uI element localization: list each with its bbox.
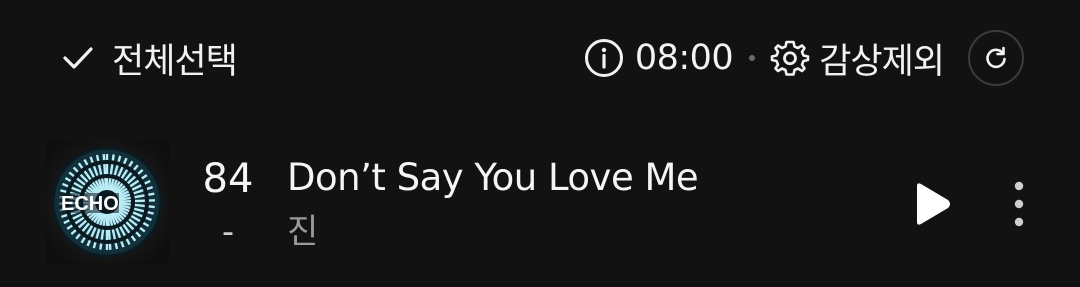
more-vertical-icon <box>1014 181 1024 227</box>
more-options-button[interactable] <box>1000 178 1038 230</box>
rank-block: 84 - <box>190 150 266 256</box>
exclude-label: 감상제외 <box>819 41 945 82</box>
play-icon <box>917 183 950 225</box>
toolbar-right: 08:00 감상제외 <box>583 30 1024 86</box>
track-row[interactable]: ECHO 84 - Don’t Say You Love Me 진 <box>0 130 1080 280</box>
track-artist[interactable]: 진 <box>287 206 877 258</box>
exclude-settings-button[interactable]: 감상제외 <box>769 33 945 84</box>
album-art-image: ECHO <box>45 140 169 264</box>
gear-icon <box>770 40 810 76</box>
timer-info-button[interactable]: 08:00 <box>583 37 734 79</box>
separator-dot <box>749 55 756 61</box>
track-title: Don’t Say You Love Me <box>287 156 699 199</box>
album-cover-text: ECHO <box>61 193 119 215</box>
refresh-icon <box>986 46 1006 69</box>
timer-text: 08:00 <box>634 38 734 78</box>
chart-rank: 84 <box>202 156 254 202</box>
album-cover[interactable]: ECHO <box>45 140 169 264</box>
select-all-button[interactable]: 전체선택 <box>60 34 238 82</box>
track-info[interactable]: Don’t Say You Love Me 진 <box>287 150 877 258</box>
list-toolbar: 전체선택 08:00 감상제외 <box>0 0 1080 115</box>
select-all-label: 전체선택 <box>112 41 238 82</box>
info-circle-icon <box>584 39 623 77</box>
song-list-screen: 전체선택 08:00 감상제외 ECHO 84 - Don’t Say You … <box>0 0 1080 287</box>
rank-change: - <box>221 212 235 252</box>
check-icon <box>63 47 93 69</box>
refresh-button[interactable] <box>968 30 1024 86</box>
play-button[interactable] <box>906 178 956 230</box>
